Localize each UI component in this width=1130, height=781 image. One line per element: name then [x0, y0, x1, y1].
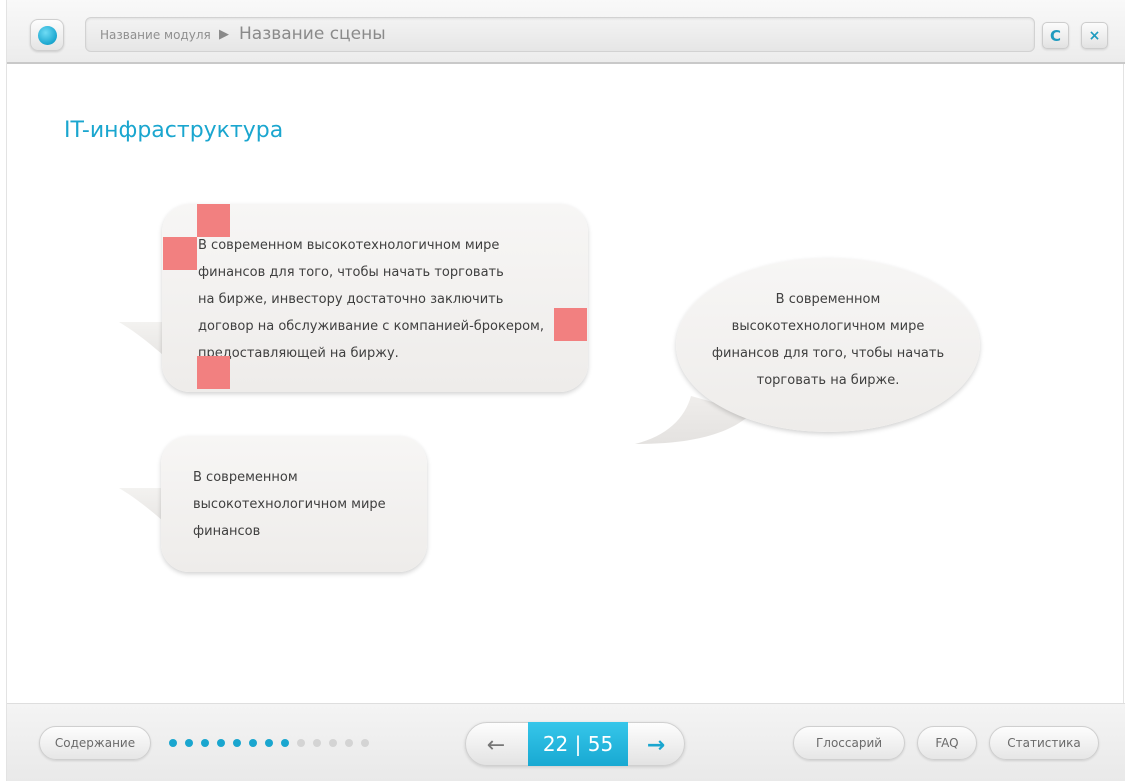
statistics-button-label: Статистика: [1007, 736, 1081, 750]
progress-dot-empty[interactable]: [329, 739, 337, 747]
resize-handle-top[interactable]: [197, 204, 230, 237]
progress-dot-empty[interactable]: [361, 739, 369, 747]
resize-handle-right[interactable]: [554, 308, 587, 341]
page-title: IT-инфраструктура: [64, 118, 284, 143]
resize-handle-bottom[interactable]: [197, 356, 230, 389]
progress-dot-empty[interactable]: [313, 739, 321, 747]
arrow-left-icon: ←: [486, 732, 506, 758]
bubble-3-text: В современном высокотехнологичном мире ф…: [193, 464, 413, 545]
menu-button[interactable]: [30, 19, 64, 51]
bubble-2-line: высокотехнологичном мире: [731, 319, 925, 334]
progress-dot-empty[interactable]: [297, 739, 305, 747]
app-window: Название модуля ▶ Название сцены C × IT-…: [6, 0, 1125, 781]
progress-dot-filled[interactable]: [265, 739, 273, 747]
page-navigation: ← 22 | 55 →: [465, 722, 685, 766]
bubble-2-text: В современном высокотехнологичном мире ф…: [700, 286, 956, 394]
breadcrumb: Название модуля ▶ Название сцены: [85, 17, 1035, 52]
progress-dot-filled[interactable]: [281, 739, 289, 747]
breadcrumb-module[interactable]: Название модуля: [100, 28, 211, 42]
reload-icon: C: [1049, 26, 1061, 45]
top-bar: Название модуля ▶ Название сцены C ×: [7, 0, 1125, 64]
bubble-3-line: финансов: [193, 524, 261, 539]
page-counter: 22 | 55: [528, 722, 628, 766]
statistics-button[interactable]: Статистика: [989, 726, 1099, 760]
glossary-button[interactable]: Глоссарий: [793, 726, 905, 760]
progress-dots: [169, 739, 369, 749]
contents-button-label: Содержание: [54, 736, 136, 750]
progress-dot-filled[interactable]: [185, 739, 193, 747]
progress-dot-filled[interactable]: [233, 739, 241, 747]
progress-dot-filled[interactable]: [249, 739, 257, 747]
faq-button[interactable]: FAQ: [917, 726, 977, 760]
bubble-1-text: В современном высокотехнологичном мире ф…: [198, 232, 568, 367]
breadcrumb-separator-icon: ▶: [219, 27, 229, 42]
faq-button-label: FAQ: [935, 736, 959, 750]
progress-dot-empty[interactable]: [345, 739, 353, 747]
progress-dot-filled[interactable]: [217, 739, 225, 747]
bubble-1-line: договор на обслуживание с компанией-брок…: [198, 319, 544, 334]
reload-button[interactable]: C: [1042, 22, 1069, 49]
bubble-1-line: предоставляющей на биржу.: [198, 346, 399, 361]
progress-dot-filled[interactable]: [201, 739, 209, 747]
bubble-1-line: В современном высокотехнологичном мире: [198, 238, 500, 253]
close-button[interactable]: ×: [1081, 22, 1108, 49]
bubble-1-line: на бирже, инвестору достаточно заключить: [198, 292, 504, 307]
close-icon: ×: [1088, 27, 1101, 44]
contents-button[interactable]: Содержание: [39, 726, 151, 760]
arrow-right-icon: →: [646, 732, 666, 758]
prev-page-button[interactable]: ←: [476, 729, 516, 761]
glossary-button-label: Глоссарий: [815, 736, 883, 750]
bubble-2-line: финансов для того, чтобы начать: [711, 346, 945, 361]
next-page-button[interactable]: →: [636, 729, 676, 761]
progress-dot-filled[interactable]: [169, 739, 177, 747]
bubble-2-line: торговать на бирже.: [756, 373, 900, 388]
breadcrumb-scene: Название сцены: [239, 24, 386, 44]
resize-handle-left[interactable]: [163, 237, 197, 270]
bubble-2-line: В современном: [775, 292, 881, 307]
speech-bubble-2: В современном высокотехнологичном мире ф…: [676, 258, 980, 432]
bubble-3-line: высокотехнологичном мире: [193, 497, 386, 512]
bubble-1-line: финансов для того, чтобы начать торговат…: [198, 265, 504, 280]
logo-icon: [38, 26, 57, 45]
bubble-3-line: В современном: [193, 470, 298, 485]
speech-bubble-3: В современном высокотехнологичном мире ф…: [161, 436, 427, 572]
